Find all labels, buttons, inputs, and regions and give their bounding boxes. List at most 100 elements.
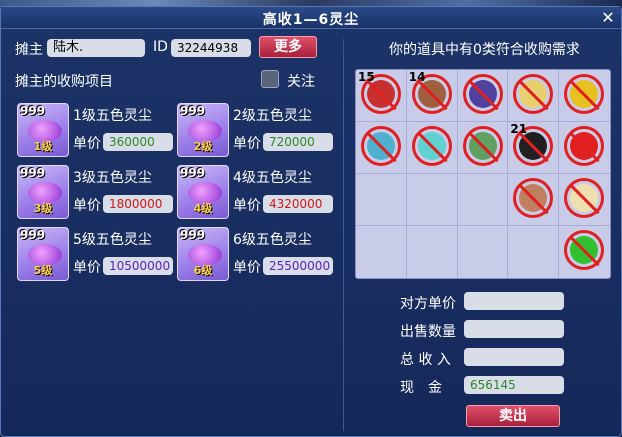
close-icon[interactable]: ✕	[599, 9, 617, 27]
cash-field: 656145	[464, 376, 564, 394]
inventory-slot[interactable]	[508, 70, 560, 122]
item-name: 3级五色灵尘	[73, 170, 152, 186]
divider	[343, 39, 344, 431]
inventory-slot[interactable]	[458, 226, 509, 278]
inventory-slot[interactable]	[559, 122, 610, 174]
id-label: ID	[153, 39, 168, 55]
inventory-slot[interactable]	[406, 174, 458, 226]
item-qty: 999	[20, 228, 46, 242]
purchase-item-card[interactable]: 999 6级 6级五色灵尘 单价 25500000	[177, 227, 337, 283]
follow-label: 关注	[287, 74, 315, 90]
purchase-item-card[interactable]: 999 3级 3级五色灵尘 单价 1800000	[17, 165, 177, 221]
skull-icon	[564, 178, 605, 218]
spirit-dust-icon[interactable]: 999 4级	[177, 165, 229, 219]
more-button[interactable]: 更多	[259, 36, 317, 58]
spirit-dust-icon[interactable]: 999 2级	[177, 103, 229, 157]
inventory-grid: 15 14 21	[355, 69, 611, 279]
inventory-slot[interactable]	[559, 70, 610, 122]
spirit-dust-icon[interactable]: 999 6级	[177, 227, 229, 281]
inventory-slot[interactable]	[559, 174, 610, 226]
title-bar[interactable]: 高收1—6灵尘 ✕	[1, 7, 621, 29]
book-icon	[462, 74, 503, 114]
flag-icon	[564, 126, 605, 166]
slot-qty: 14	[408, 70, 426, 84]
item-level: 4级	[193, 202, 213, 215]
unit-price-label: 对方单价	[400, 296, 456, 312]
price-value: 4320000	[263, 195, 333, 213]
inventory-slot[interactable]	[457, 70, 509, 122]
purchase-stall-window: 高收1—6灵尘 ✕ 摊主 陆木. ID 32244938 更多 摊主的收购项目 …	[0, 6, 622, 437]
inventory-slot[interactable]	[407, 226, 458, 278]
unit-price-field	[464, 292, 564, 310]
total-field	[464, 348, 564, 366]
fish-icon	[361, 126, 401, 166]
prohibited-icon	[411, 126, 452, 166]
item-qty: 999	[180, 166, 206, 180]
price-label: 单价	[73, 136, 101, 152]
bowl-icon	[513, 178, 554, 218]
inventory-slot[interactable]: 14	[406, 70, 458, 122]
bowl-icon	[462, 126, 503, 166]
inventory-slot[interactable]	[406, 122, 458, 174]
id-field: 32244938	[171, 39, 251, 57]
prohibited-icon	[513, 178, 554, 218]
sell-qty-field[interactable]	[464, 320, 564, 338]
price-label: 单价	[233, 260, 261, 276]
cash-label: 现 金	[400, 380, 442, 396]
spirit-dust-icon[interactable]: 999 3级	[17, 165, 69, 219]
inventory-slot[interactable]	[356, 226, 407, 278]
inventory-slot[interactable]	[457, 122, 509, 174]
price-value: 360000	[103, 133, 173, 151]
item-qty: 999	[180, 104, 206, 118]
inventory-slot[interactable]	[457, 174, 509, 226]
purchase-item-card[interactable]: 999 4级 4级五色灵尘 单价 4320000	[177, 165, 337, 221]
sell-button[interactable]: 卖出	[466, 405, 560, 427]
prohibited-icon	[564, 178, 605, 218]
sell-qty-label: 出售数量	[400, 324, 456, 340]
spirit-dust-icon[interactable]: 999 5级	[17, 227, 69, 281]
item-name: 2级五色灵尘	[233, 108, 312, 124]
inventory-slot[interactable]: 15	[356, 70, 407, 122]
inventory-slot[interactable]	[508, 174, 560, 226]
item-level: 5级	[33, 264, 53, 277]
item-qty: 999	[20, 166, 46, 180]
item-level: 1级	[33, 140, 53, 153]
flag-icon	[564, 230, 605, 270]
prohibited-icon	[462, 126, 503, 166]
prohibited-icon	[564, 230, 605, 270]
item-qty: 999	[20, 104, 46, 118]
inventory-slot[interactable]	[508, 226, 560, 278]
prohibited-icon	[513, 74, 554, 114]
prohibited-icon	[462, 74, 503, 114]
purchase-item-card[interactable]: 999 5级 5级五色灵尘 单价 10500000	[17, 227, 177, 283]
inventory-slot[interactable]	[559, 226, 610, 278]
total-label: 总 收 入	[400, 352, 451, 368]
item-level: 6级	[193, 264, 213, 277]
slot-qty: 21	[510, 122, 528, 136]
price-value: 25500000	[263, 257, 333, 275]
follow-checkbox[interactable]	[261, 70, 279, 88]
prohibited-icon	[564, 126, 605, 166]
skull-icon	[513, 74, 554, 114]
price-label: 单价	[73, 198, 101, 214]
projects-label: 摊主的收购项目	[15, 74, 113, 90]
purchase-item-card[interactable]: 999 1级 1级五色灵尘 单价 360000	[17, 103, 177, 159]
price-label: 单价	[73, 260, 101, 276]
owner-label: 摊主	[15, 42, 43, 58]
purchase-item-card[interactable]: 999 2级 2级五色灵尘 单价 720000	[177, 103, 337, 159]
item-name: 5级五色灵尘	[73, 232, 152, 248]
bag-heading: 你的道具中有0类符合收购需求	[389, 42, 580, 58]
prohibited-icon	[564, 74, 605, 114]
item-name: 4级五色灵尘	[233, 170, 312, 186]
owner-name-field: 陆木.	[47, 39, 145, 57]
price-label: 单价	[233, 136, 261, 152]
inventory-slot[interactable]: 21	[508, 122, 560, 174]
item-name: 6级五色灵尘	[233, 232, 312, 248]
slot-qty: 15	[358, 70, 375, 84]
item-level: 3级	[33, 202, 53, 215]
spirit-dust-icon[interactable]: 999 1级	[17, 103, 69, 157]
inventory-slot[interactable]	[356, 122, 407, 174]
price-label: 单价	[233, 198, 261, 214]
inventory-slot[interactable]	[356, 174, 407, 226]
price-value: 10500000	[103, 257, 173, 275]
